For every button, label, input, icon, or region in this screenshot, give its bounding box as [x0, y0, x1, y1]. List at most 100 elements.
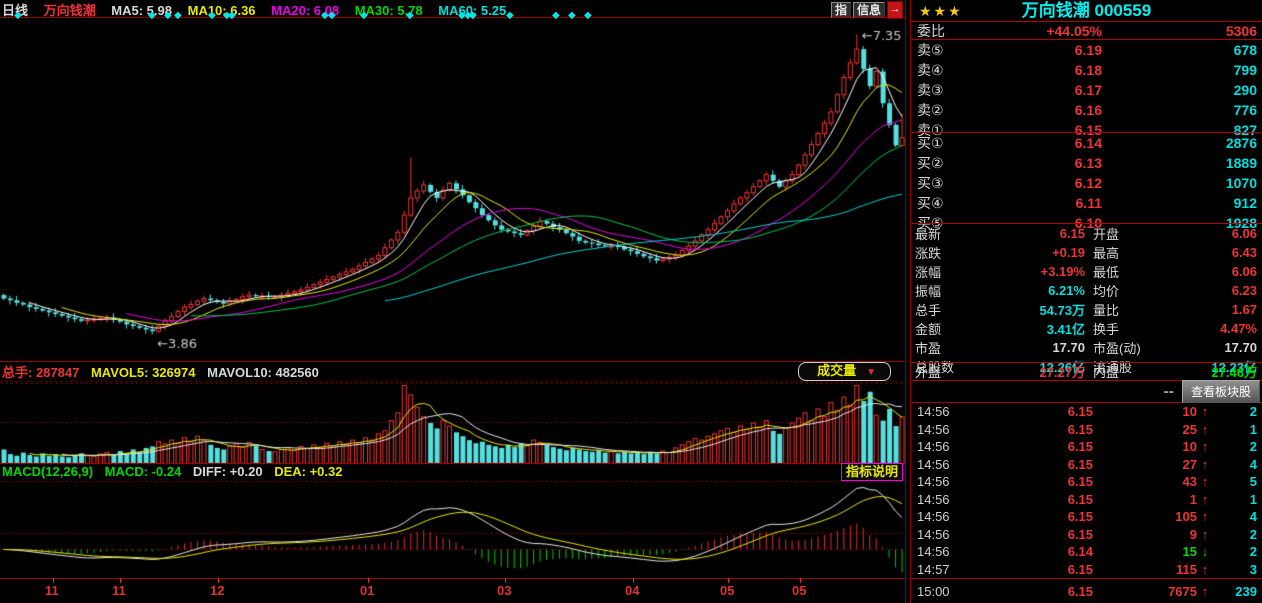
- quote-label: 总手: [911, 300, 967, 319]
- tick-volume: 1: [1093, 492, 1197, 507]
- tick-time: 14:56: [911, 422, 973, 437]
- up-arrow-icon: ↑: [1197, 492, 1213, 507]
- tick-price: 6.15: [973, 584, 1093, 599]
- tick-count: 1: [1213, 492, 1262, 507]
- tick-price: 6.15: [973, 474, 1093, 489]
- view-sector-stocks-button[interactable]: 查看板块股: [1182, 380, 1260, 403]
- ask-row[interactable]: 卖⑤6.19678: [911, 40, 1262, 60]
- tick-volume: 27: [1093, 457, 1197, 472]
- quote-value: +0.19: [967, 245, 1085, 260]
- up-arrow-icon: ↑: [1197, 474, 1213, 489]
- quote-label: 量比: [1085, 300, 1165, 319]
- ask-row[interactable]: 卖③6.17290: [911, 80, 1262, 100]
- tick-row: 14:566.15105↑4: [911, 508, 1262, 526]
- price-level-label: 买②: [911, 153, 977, 173]
- tick-time: 14:56: [911, 509, 973, 524]
- panel-toolbar: -- 查看板块股: [911, 381, 1262, 403]
- quote-value: 3.41亿: [967, 319, 1085, 338]
- quote-value: 6.06: [1165, 226, 1262, 241]
- price-level-value: 6.11: [977, 195, 1102, 211]
- tick-count: 3: [1213, 562, 1262, 577]
- up-arrow-icon: ↑: [1197, 562, 1213, 577]
- quote-value: +3.19%: [967, 264, 1085, 279]
- volume-indicator-button[interactable]: 成交量▼: [798, 362, 891, 381]
- quote-detail-grid: 最新6.15开盘6.06涨跌+0.19最高6.43涨幅+3.19%最低6.06振…: [911, 223, 1262, 361]
- mavol10-label: MAVOL10: 482560: [207, 365, 319, 380]
- quote-label: 涨幅: [911, 262, 967, 281]
- up-arrow-icon: ↑: [1197, 439, 1213, 454]
- quote-row: 振幅6.21%均价6.23: [911, 281, 1262, 300]
- tick-time: 14:57: [911, 562, 973, 577]
- stock-name-label: 万向钱潮: [44, 3, 96, 18]
- tick-volume: 9: [1093, 527, 1197, 542]
- tick-row: 14:576.15115↑3: [911, 561, 1262, 579]
- bid-row[interactable]: 买①6.142876: [911, 133, 1262, 153]
- tick-volume: 10: [1093, 439, 1197, 454]
- tick-row: 14:566.1415↓2: [911, 543, 1262, 561]
- tick-time: 14:56: [911, 404, 973, 419]
- quote-label: 振幅: [911, 281, 967, 300]
- tick-time: 14:56: [911, 457, 973, 472]
- quote-label: 外盘: [911, 362, 967, 381]
- price-level-volume: 1070: [1102, 175, 1262, 191]
- quote-value: 6.21%: [967, 283, 1085, 298]
- outer-inner-volume-row: 外盘27.27万内盘27.46万: [911, 362, 1262, 381]
- price-level-value: 6.16: [977, 102, 1102, 118]
- quote-label: 换手: [1085, 319, 1165, 338]
- price-level-label: 买①: [911, 133, 977, 153]
- x-axis-tick: [53, 578, 54, 583]
- weibi-count: 5306: [1102, 23, 1262, 39]
- tick-price: 6.15: [973, 404, 1093, 419]
- price-level-value: 6.19: [977, 42, 1102, 58]
- tick-price: 6.15: [973, 439, 1093, 454]
- indicator-button[interactable]: 指: [831, 2, 851, 18]
- tick-price: 6.15: [973, 527, 1093, 542]
- volume-pane-header: 总手: 287847 MAVOL5: 326974 MAVOL10: 48256…: [2, 362, 327, 380]
- price-level-volume: 1889: [1102, 155, 1262, 171]
- x-axis-label: 05: [720, 583, 734, 598]
- up-arrow-icon: ↑: [1197, 422, 1213, 437]
- x-axis-tick: [218, 578, 219, 583]
- price-level-value: 6.17: [977, 82, 1102, 98]
- tick-volume: 10: [1093, 404, 1197, 419]
- dropdown-arrow-icon: ▼: [866, 367, 876, 378]
- quote-row: 市盈17.70市盈(动)17.70: [911, 338, 1262, 357]
- tick-count: 2: [1213, 544, 1262, 559]
- last-tick-row: 15:006.157675↑239: [911, 578, 1262, 603]
- ask-row[interactable]: 卖②6.16776: [911, 100, 1262, 120]
- indicator-help-button[interactable]: 指标说明: [841, 463, 903, 481]
- quote-label: 涨跌: [911, 243, 967, 262]
- price-level-volume: 678: [1102, 42, 1262, 58]
- main-chart-canvas[interactable]: [0, 20, 905, 578]
- tick-price: 6.15: [973, 422, 1093, 437]
- tick-time: 14:56: [911, 439, 973, 454]
- ask-queue: 卖⑤6.19678卖④6.18799卖③6.17290卖②6.16776卖①6.…: [911, 40, 1262, 132]
- stock-app-window: 日线 万向钱潮 MA5: 5.98 MA10: 6.36 MA20: 6.08 …: [0, 0, 1262, 603]
- weibi-row: 委比 +44.05% 5306: [911, 21, 1262, 40]
- stock-title: 万向钱潮 000559: [911, 0, 1262, 21]
- quote-label: 金额: [911, 319, 967, 338]
- x-axis-label: 01: [360, 583, 374, 598]
- macd-pane-header: MACD(12,26,9) MACD: -0.24 DIFF: +0.20 DE…: [2, 464, 351, 480]
- bid-row[interactable]: 买④6.11912: [911, 193, 1262, 213]
- info-button[interactable]: 信息: [853, 2, 885, 18]
- macd-params-label: MACD(12,26,9): [2, 464, 93, 479]
- ask-row[interactable]: 卖④6.18799: [911, 60, 1262, 80]
- ma10-label: MA10: 6.36: [188, 3, 256, 18]
- quote-label: 市盈: [911, 338, 967, 357]
- tick-price: 6.15: [973, 492, 1093, 507]
- time-sales-list: 14:566.1510↑214:566.1525↑114:566.1510↑21…: [911, 403, 1262, 578]
- tick-volume: 43: [1093, 474, 1197, 489]
- price-level-label: 卖⑤: [911, 40, 977, 60]
- bid-row[interactable]: 买②6.131889: [911, 153, 1262, 173]
- price-level-value: 6.12: [977, 175, 1102, 191]
- quote-value: 4.47%: [1165, 321, 1262, 336]
- bid-row[interactable]: 买③6.121070: [911, 173, 1262, 193]
- price-level-value: 6.14: [977, 135, 1102, 151]
- quote-value: 6.23: [1165, 283, 1262, 298]
- tick-time: 14:56: [911, 492, 973, 507]
- tick-price: 6.15: [973, 509, 1093, 524]
- quote-label: 内盘: [1085, 362, 1165, 381]
- tick-time: 14:56: [911, 527, 973, 542]
- up-arrow-icon: ↑: [1197, 457, 1213, 472]
